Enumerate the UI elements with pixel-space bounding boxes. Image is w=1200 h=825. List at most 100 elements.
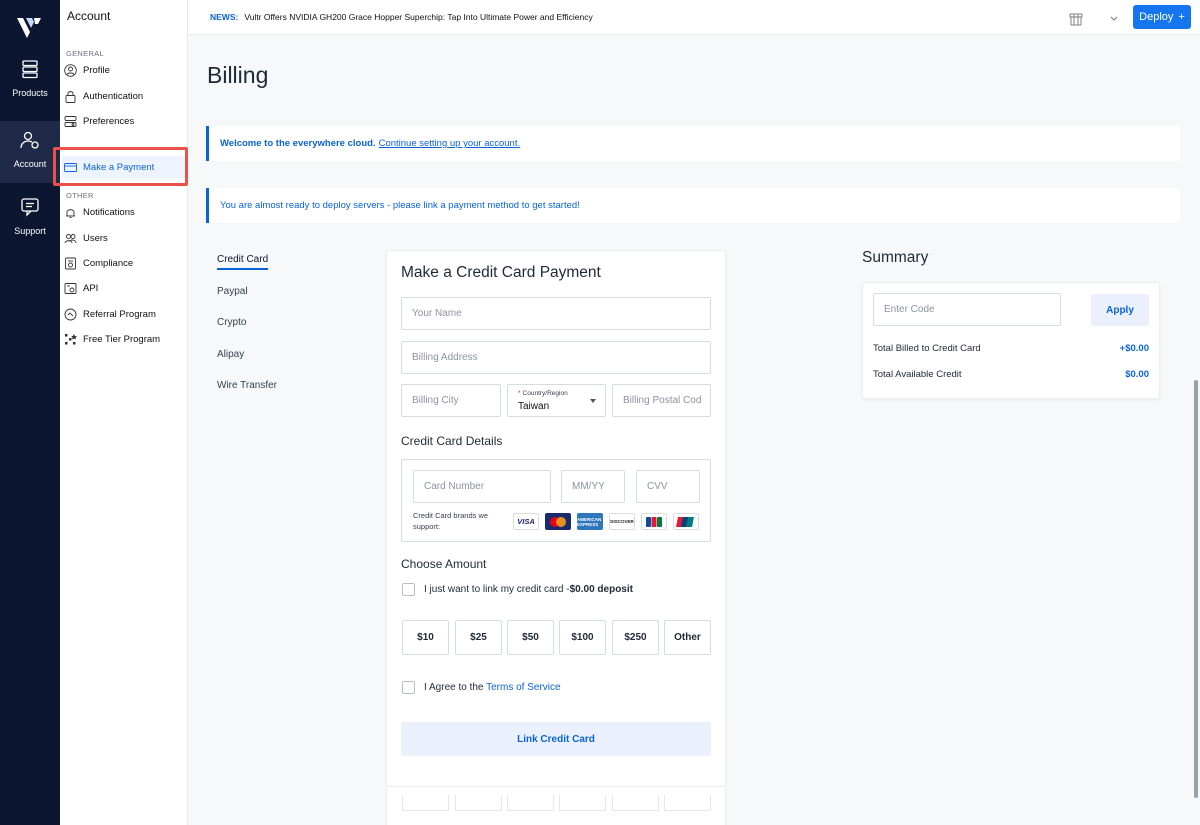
available-credit-value: $0.00: [1125, 369, 1149, 380]
payment-method-wire-transfer[interactable]: Wire Transfer: [217, 380, 277, 391]
rail-item-products[interactable]: Products: [0, 52, 60, 114]
section-label-other: OTHER: [66, 191, 94, 200]
subnav-label-api: API: [83, 282, 99, 294]
subnav-label-compliance: Compliance: [83, 257, 134, 269]
deploy-button[interactable]: Deploy +: [1133, 5, 1191, 29]
chat-support-icon: [21, 198, 39, 217]
ghost-box: [664, 795, 711, 811]
ghost-box: [559, 795, 606, 811]
payment-method-paypal[interactable]: Paypal: [217, 286, 248, 297]
continue-setup-link[interactable]: Continue setting up your account.: [379, 138, 521, 149]
amount-button-250[interactable]: $250: [612, 620, 659, 655]
card-number-input[interactable]: [413, 470, 551, 503]
welcome-banner-heading: Welcome to the everywhere cloud.: [220, 138, 376, 149]
amount-button-other[interactable]: Other: [664, 620, 711, 655]
cc-details-title: Credit Card Details: [401, 434, 503, 448]
name-input[interactable]: [401, 297, 711, 330]
subnav-item-compliance[interactable]: Compliance: [62, 252, 186, 274]
promo-code-input[interactable]: [873, 293, 1061, 326]
payment-method-credit-card[interactable]: Credit Card: [217, 254, 269, 270]
subnav-title: Account: [67, 9, 111, 23]
gift-icon[interactable]: [1068, 10, 1084, 26]
page-scrollbar[interactable]: [1194, 380, 1198, 798]
choose-amount-title: Choose Amount: [401, 557, 487, 571]
subnav-item-users[interactable]: Users: [62, 227, 186, 249]
ghost-box: [612, 795, 659, 811]
subnav-item-free-tier-program[interactable]: Free Tier Program: [62, 328, 186, 350]
subnav-label-make-a-payment: Make a Payment: [83, 161, 155, 173]
plus-icon: +: [1178, 11, 1185, 23]
users-icon: [64, 233, 77, 243]
amex-icon: AMERICAN EXPRESS: [577, 513, 603, 530]
agree-text: I Agree to the: [424, 682, 484, 693]
unionpay-icon: [673, 513, 699, 530]
expiry-input[interactable]: [561, 470, 625, 503]
jcb-icon: [641, 513, 667, 530]
subnav-item-profile[interactable]: Profile: [62, 59, 186, 81]
link-only-checkbox[interactable]: [402, 583, 415, 596]
payment-method-alipay[interactable]: Alipay: [217, 349, 244, 360]
deploy-ready-text: You are almost ready to deploy servers -…: [220, 200, 580, 211]
top-bar: NEWS: Vultr Offers NVIDIA GH200 Grace Hop…: [188, 0, 1200, 35]
terms-of-service-link[interactable]: Terms of Service: [486, 682, 560, 693]
profile-icon: [64, 63, 77, 77]
account-settings-icon: [20, 131, 39, 149]
country-label-text: Country/Region: [522, 390, 568, 397]
summary-title: Summary: [862, 249, 929, 266]
compliance-icon: [65, 257, 76, 269]
payment-method-crypto[interactable]: Crypto: [217, 317, 246, 328]
lock-icon: [65, 90, 76, 103]
page-title: Billing: [207, 62, 269, 88]
deploy-label: Deploy: [1139, 11, 1174, 23]
visa-icon: VISA: [513, 513, 539, 530]
subnav-item-preferences[interactable]: Preferences: [62, 110, 186, 132]
welcome-banner: Welcome to the everywhere cloud. Continu…: [206, 126, 1180, 161]
required-marker: *: [518, 390, 521, 397]
billing-city-input[interactable]: [401, 384, 501, 417]
subnav-label-preferences: Preferences: [83, 115, 135, 127]
subnav-item-authentication[interactable]: Authentication: [62, 85, 186, 107]
subnav-item-referral-program[interactable]: Referral Program: [62, 303, 186, 325]
subnav-label-notifications: Notifications: [83, 206, 135, 218]
total-billed-row: Total Billed to Credit Card +$0.00: [873, 343, 1149, 354]
amount-button-10[interactable]: $10: [402, 620, 449, 655]
available-credit-row: Total Available Credit $0.00: [873, 369, 1149, 380]
link-credit-card-button[interactable]: Link Credit Card: [401, 722, 711, 756]
terms-checkbox[interactable]: [402, 681, 415, 694]
discover-icon: DISCOVER: [609, 513, 635, 530]
deploy-ready-banner: You are almost ready to deploy servers -…: [206, 188, 1180, 223]
postal-code-input[interactable]: [612, 384, 711, 417]
referral-icon: [64, 308, 77, 320]
available-credit-label: Total Available Credit: [873, 369, 962, 380]
rail-label-account: Account: [13, 159, 47, 169]
rail-label-products: Products: [12, 88, 48, 98]
rail-item-account[interactable]: Account: [0, 121, 60, 183]
link-only-text: I just want to link my credit card -: [424, 584, 570, 595]
subnav-label-free-tier-program: Free Tier Program: [83, 333, 161, 345]
subnav-item-make-a-payment[interactable]: Make a Payment: [62, 156, 186, 178]
news-ticker[interactable]: NEWS: Vultr Offers NVIDIA GH200 Grace Hop…: [210, 12, 593, 22]
link-only-amount: $0.00 deposit: [569, 584, 633, 595]
amount-button-100[interactable]: $100: [559, 620, 606, 655]
rail-item-support[interactable]: Support: [0, 190, 60, 252]
cvv-input[interactable]: [636, 470, 700, 503]
vultr-logo[interactable]: [17, 16, 43, 40]
chevron-down-icon[interactable]: [1106, 10, 1122, 26]
country-select[interactable]: * Country/Region Taiwan: [507, 384, 606, 417]
subnav-item-notifications[interactable]: Notifications: [62, 201, 186, 223]
country-select-value: Taiwan: [518, 401, 550, 412]
ghost-box: [507, 795, 554, 811]
amount-button-50[interactable]: $50: [507, 620, 554, 655]
credit-card-icon: [64, 162, 77, 172]
apply-button[interactable]: Apply: [1091, 294, 1149, 326]
subnav-label-profile: Profile: [83, 64, 110, 76]
news-text: Vultr Offers NVIDIA GH200 Grace Hopper S…: [244, 12, 593, 22]
subnav-item-api[interactable]: API: [62, 277, 186, 299]
billing-address-input[interactable]: [401, 341, 711, 374]
free-tier-icon: [65, 333, 77, 344]
bell-icon: [66, 208, 75, 218]
account-subnav: Account GENERAL Profile Authentication P…: [60, 0, 188, 825]
amount-button-25[interactable]: $25: [455, 620, 502, 655]
preferences-icon: [64, 115, 77, 127]
total-billed-value: +$0.00: [1119, 343, 1149, 354]
